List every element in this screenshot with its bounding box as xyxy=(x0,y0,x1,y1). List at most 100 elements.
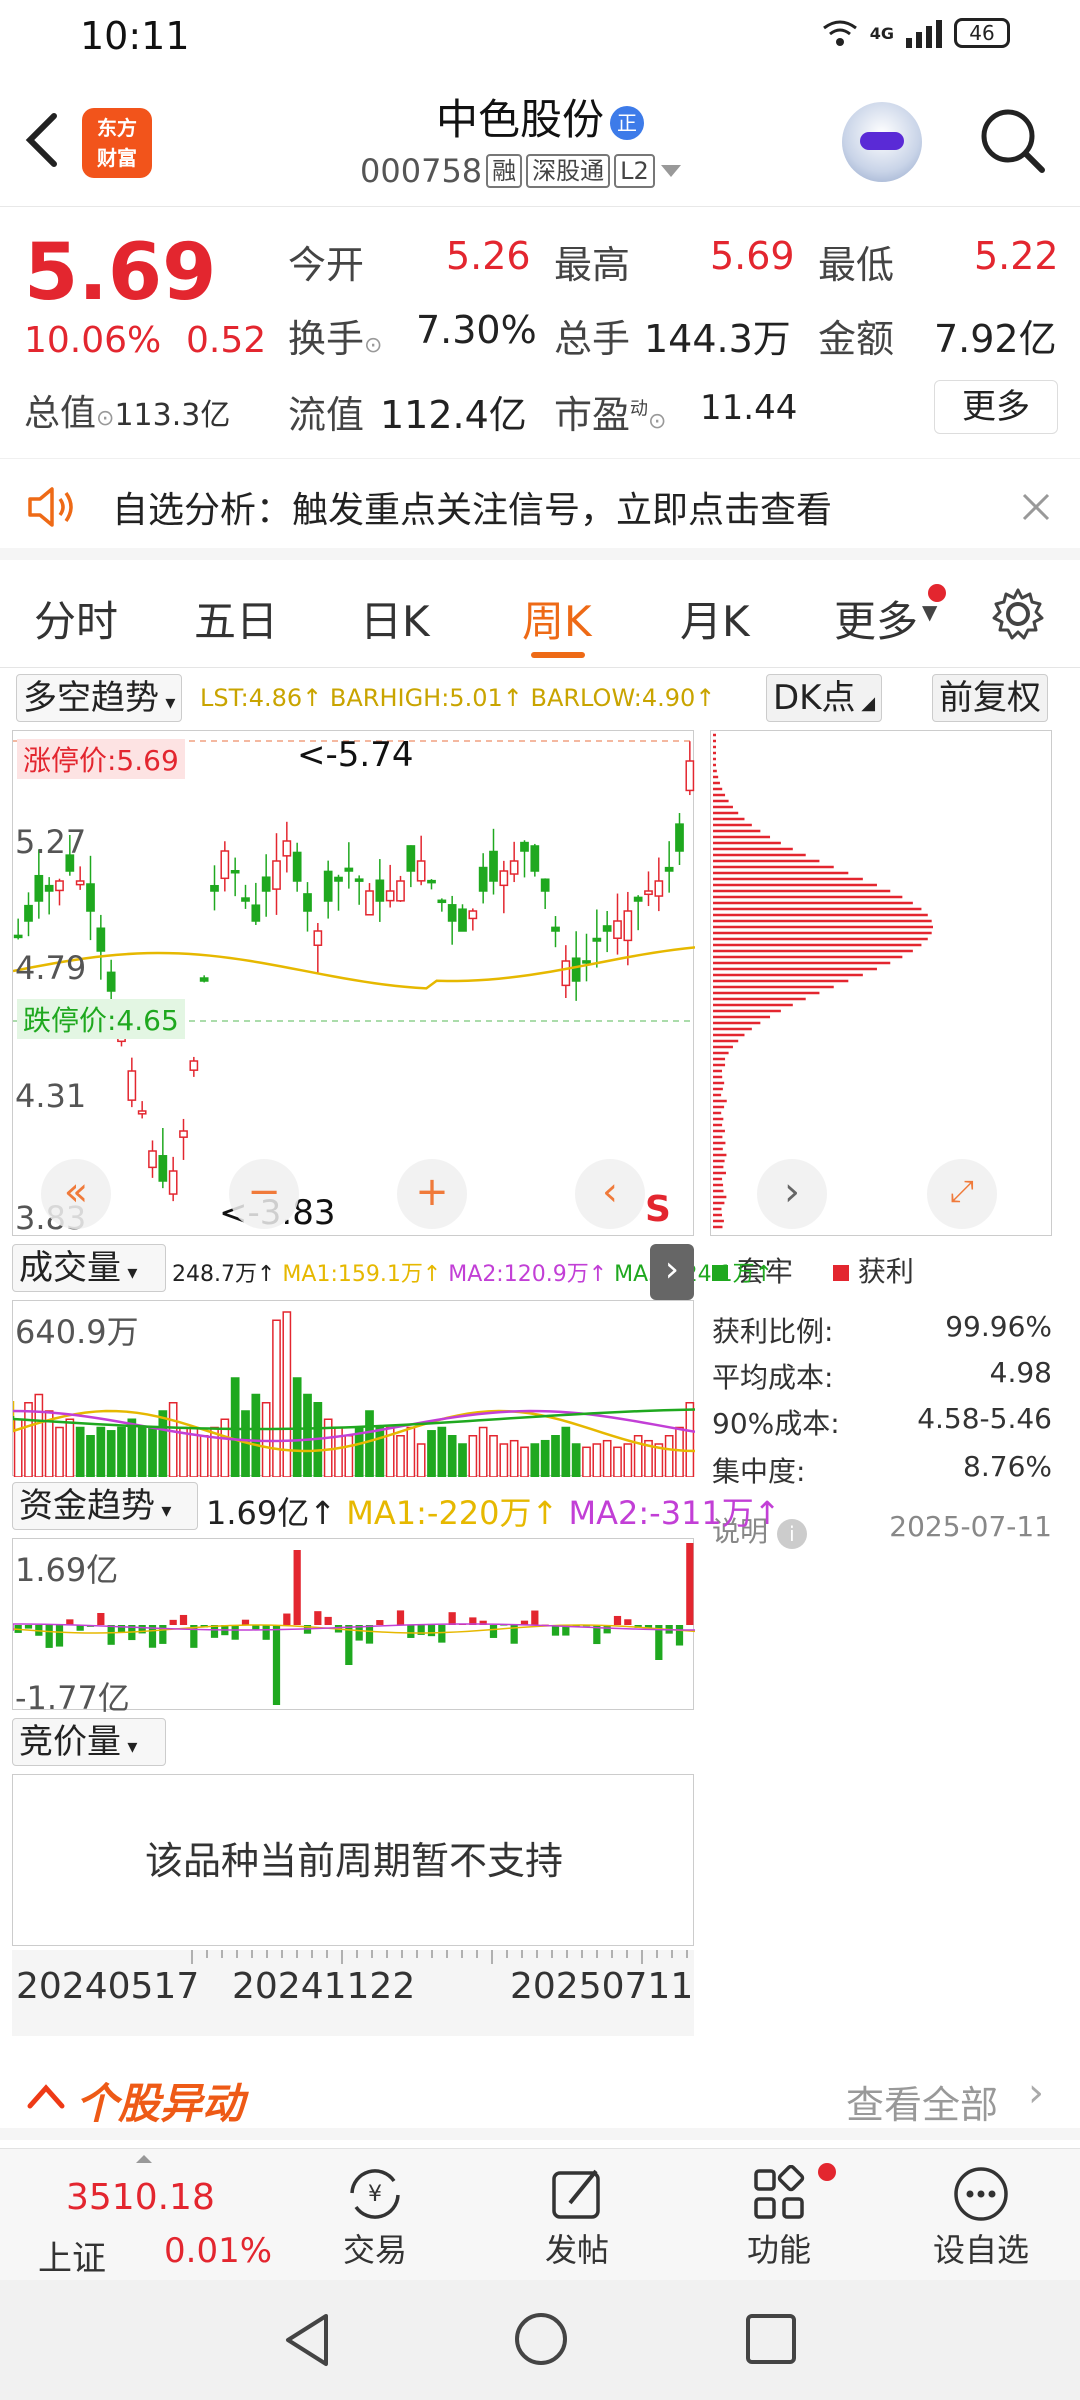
candle-body xyxy=(13,934,23,939)
nav-add-watchlist[interactable]: 设自选 xyxy=(906,2163,1056,2271)
volume-ma3-line xyxy=(13,1408,695,1431)
nav-post[interactable]: 发帖 xyxy=(502,2163,652,2271)
total-value-value: 113.3亿 xyxy=(114,398,231,433)
scroll-left-fast-button[interactable]: « xyxy=(41,1159,111,1229)
tab-five-day[interactable]: 五日 xyxy=(194,588,278,649)
volume-bar xyxy=(489,1435,498,1477)
dk-point-button[interactable]: DK点 ◢ xyxy=(766,674,883,722)
tab-intraday[interactable]: 分时 xyxy=(34,588,118,649)
legend-profit-label: 获利 xyxy=(857,1255,914,1288)
candle-body xyxy=(571,957,581,982)
volume-bar xyxy=(551,1435,560,1477)
nav-functions[interactable]: 功能 xyxy=(704,2163,854,2271)
limit-down-label: 跌停价:4.65 xyxy=(17,999,185,1039)
volume-bar xyxy=(509,1439,519,1477)
fund-bar xyxy=(283,1613,291,1625)
scroll-left-button[interactable]: ‹ xyxy=(575,1159,645,1229)
limit-up-label: 涨停价:5.69 xyxy=(17,739,185,779)
volume-bar xyxy=(365,1410,374,1477)
candle-body xyxy=(127,1070,137,1101)
gear-icon[interactable] xyxy=(990,586,1046,642)
volume-bar xyxy=(34,1393,44,1477)
candle-body xyxy=(241,897,250,902)
candle-body xyxy=(344,867,354,872)
notice-bar[interactable]: 自选分析：触发重点关注信号，立即点击查看 xyxy=(0,458,1080,560)
chevron-up-icon[interactable] xyxy=(26,2080,66,2110)
view-all-link[interactable]: 查看全部 xyxy=(846,2074,998,2129)
volume-bar xyxy=(499,1443,509,1477)
candle-body xyxy=(55,880,64,892)
candle-body xyxy=(137,1110,147,1115)
volume-bar xyxy=(571,1443,581,1477)
candle-body xyxy=(210,884,219,892)
candle-body xyxy=(602,925,612,932)
candle-body xyxy=(592,937,602,942)
volume-bar xyxy=(55,1426,64,1477)
tab-more[interactable]: 更多 xyxy=(834,588,918,649)
robot-avatar[interactable] xyxy=(842,102,922,182)
more-button[interactable]: 更多 xyxy=(934,380,1058,434)
system-recent-icon[interactable] xyxy=(744,2312,798,2366)
info-icon: ⊙ xyxy=(96,406,115,431)
close-icon[interactable] xyxy=(1020,491,1052,523)
system-back-icon[interactable] xyxy=(280,2310,336,2370)
auction-select[interactable]: 竞价量 ▾ xyxy=(12,1718,166,1766)
candle-body xyxy=(189,1060,199,1071)
float-value-label: 流值 xyxy=(288,393,365,437)
candle-body xyxy=(530,845,540,872)
info-icon: i xyxy=(776,1519,807,1549)
volume-bar xyxy=(24,1402,33,1477)
expand-icon[interactable]: ⤢ xyxy=(927,1159,997,1229)
stock-name: 中色股份 xyxy=(435,95,604,144)
stat-concentration-label: 集中度: xyxy=(712,1455,806,1488)
volume-select[interactable]: 成交量 ▾ xyxy=(12,1244,166,1292)
candle-body xyxy=(148,1150,157,1169)
x-date-3: 20250711 xyxy=(510,1966,694,2007)
volume-bar xyxy=(117,1426,126,1477)
volume-bar xyxy=(427,1430,436,1477)
chip-distribution-chart[interactable]: › ⤢ xyxy=(710,730,1052,1236)
tab-monthly-k[interactable]: 月K xyxy=(680,588,750,649)
rights-button[interactable]: 前复权 xyxy=(932,674,1048,722)
volume-bar xyxy=(416,1443,426,1477)
candle-body xyxy=(685,760,695,792)
search-button[interactable] xyxy=(978,106,1046,174)
tab-weekly-k[interactable]: 周K xyxy=(522,588,592,649)
fund-bar xyxy=(686,1543,694,1625)
zoom-in-button[interactable]: + xyxy=(397,1159,467,1229)
candle-body xyxy=(251,904,261,922)
kline-chart[interactable]: 涨停价:5.69 跌停价:4.65 5.27 4.79 4.31 3.83 <-… xyxy=(12,730,695,1237)
high-value: 5.69 xyxy=(710,234,795,278)
tab-daily-k[interactable]: 日K xyxy=(360,588,430,649)
system-home-icon[interactable] xyxy=(512,2310,570,2368)
candle-body xyxy=(334,876,343,882)
movement-title: 个股异动 xyxy=(76,2079,245,2128)
x-date-2: 20241122 xyxy=(232,1966,416,2007)
candle-body xyxy=(313,930,323,946)
stock-code-line[interactable]: 000758 融 深股通 L2 xyxy=(360,152,683,190)
chip-next-button[interactable]: › xyxy=(757,1159,827,1229)
open-value: 5.26 xyxy=(446,234,531,278)
zoom-out-button[interactable]: − xyxy=(229,1159,299,1229)
fund-bar xyxy=(24,1625,33,1629)
fund-chart[interactable]: 1.69亿 -1.77亿 xyxy=(12,1538,695,1717)
volume-bar xyxy=(437,1426,447,1477)
tag-sgt: 深股通 xyxy=(526,154,611,188)
y-tick-2: 4.79 xyxy=(15,949,87,987)
volume-chart[interactable]: 640.9万 xyxy=(12,1300,695,1477)
indicator-select[interactable]: 多空趋势 ▾ xyxy=(16,674,183,722)
fund-select[interactable]: 资金趋势 ▾ xyxy=(12,1482,198,1530)
candle-body xyxy=(437,899,447,904)
volume-bar xyxy=(406,1426,416,1477)
index-ticker[interactable]: 3510.18 上证 0.01% xyxy=(20,2155,272,2279)
volume-ma1: MA1:159.1万↑ xyxy=(282,1262,442,1287)
fund-bar xyxy=(55,1625,64,1647)
turnover-label-text: 换手 xyxy=(288,317,365,361)
collapse-panel-button[interactable]: › xyxy=(650,1244,694,1300)
open-label: 今开 xyxy=(288,243,365,287)
sell-marker: S xyxy=(645,1189,671,1230)
candle-body xyxy=(499,870,509,887)
nav-trade[interactable]: ¥ 交易 xyxy=(300,2163,450,2271)
status-bar: 10:11 4G 46 xyxy=(0,0,1080,72)
bottom-nav: 3510.18 上证 0.01% ¥ 交易 发帖 功能 设自选 xyxy=(0,2148,1080,2280)
